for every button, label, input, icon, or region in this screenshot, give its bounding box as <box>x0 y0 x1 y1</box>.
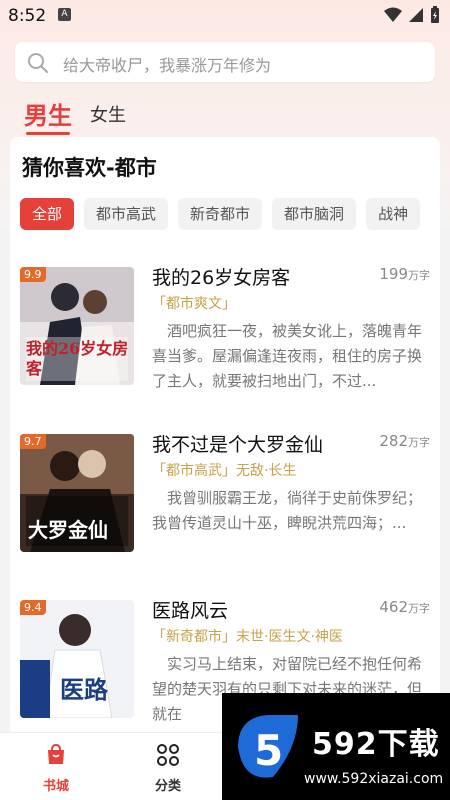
nav-category-label: 分类 <box>154 779 181 794</box>
nav-bookstore[interactable]: 书城 <box>26 743 86 794</box>
tab-active-indicator <box>26 132 70 135</box>
status-time: 8:52 <box>8 6 47 26</box>
cover-title: 医路 <box>60 675 108 704</box>
book-title[interactable]: 我的26岁女房客 <box>152 263 290 290</box>
word-count-number: 282 <box>379 432 408 450</box>
search-placeholder: 给大帝收尸，我暴涨万年修为 <box>63 56 272 75</box>
book-tags: 「都市爽文」 <box>152 296 236 312</box>
chip-novel-urban[interactable]: 新奇都市 <box>178 198 263 230</box>
chip-urban-brainhole[interactable]: 都市脑洞 <box>272 198 357 230</box>
book-description: 酒吧疯狂一夜，被美女讹上，落魄青年喜当爹。屋漏偏逢连夜雨，租住的房子换了主人，就… <box>152 322 423 390</box>
book-title[interactable]: 我不过是个大罗金仙 <box>152 430 323 457</box>
tab-male-label: 男生 <box>24 102 72 130</box>
word-count-unit: 万字 <box>408 269 430 282</box>
word-count: 199万字 <box>379 265 430 283</box>
watermark-brand: 592下载 <box>312 727 440 762</box>
nav-category[interactable]: 分类 <box>138 743 198 794</box>
watermark-logo-char: 5 <box>254 726 283 775</box>
book-description: 我曾驯服霸王龙，徜徉于史前侏罗纪；我曾传道灵山十巫，睥睨洪荒四海；... <box>152 489 423 532</box>
rating-badge: 9.7 <box>20 434 46 449</box>
category-grid-icon <box>157 744 179 766</box>
cover-title: 我的26岁女房客 <box>26 339 129 378</box>
book-item[interactable]: 9.9 我的26岁女房客 我的26岁女房客 199万字 「都市爽文」 酒吧疯狂一… <box>20 265 430 390</box>
watermark-logo: 5 <box>238 715 298 778</box>
app-notification-icon: A <box>58 8 71 21</box>
watermark-url: www.592xiazai.com <box>304 771 444 787</box>
book-cover[interactable]: 9.7 大罗金仙 <box>20 434 134 552</box>
battery-icon <box>431 6 439 23</box>
section-title: 猜你喜欢-都市 <box>22 156 157 180</box>
chip-urban-martial[interactable]: 都市高武 <box>84 198 169 230</box>
bookstore-icon <box>48 743 64 764</box>
signal-icon <box>409 8 423 22</box>
tab-female[interactable]: 女生 <box>90 101 126 131</box>
status-bar: 8:52 A <box>0 0 450 32</box>
rating-badge: 9.9 <box>20 267 46 282</box>
category-chips: 全部 都市高武 新奇都市 都市脑洞 战神 <box>20 198 440 230</box>
gender-tabs: 男生 女生 <box>24 96 126 135</box>
recommend-card: 猜你喜欢-都市 全部 都市高武 新奇都市 都市脑洞 战神 9.9 我的26岁女房客 我的… <box>10 137 440 737</box>
chip-all[interactable]: 全部 <box>20 198 75 230</box>
word-count-unit: 万字 <box>408 436 430 449</box>
watermark: 5 592下载 www.592xiazai.com <box>222 693 450 800</box>
cover-title: 大罗金仙 <box>28 518 108 542</box>
search-input[interactable]: 给大帝收尸，我暴涨万年修为 <box>15 42 435 82</box>
word-count-number: 199 <box>379 265 408 283</box>
book-item[interactable]: 9.7 大罗金仙 我不过是个大罗金仙 282万字 「都市高武」无敌·长生 我曾驯… <box>20 432 430 554</box>
tab-male[interactable]: 男生 <box>24 96 72 135</box>
word-count-number: 462 <box>379 598 408 616</box>
search-icon <box>28 53 48 73</box>
word-count-unit: 万字 <box>408 602 430 615</box>
book-cover[interactable]: 9.4 医路 <box>20 600 134 718</box>
book-tags: 「新奇都市」末世·医生文·神医 <box>152 629 343 645</box>
chip-war-god[interactable]: 战神 <box>366 198 421 230</box>
book-cover[interactable]: 9.9 我的26岁女房客 <box>20 267 134 385</box>
book-title[interactable]: 医路风云 <box>152 596 228 623</box>
nav-bookstore-label: 书城 <box>42 779 69 794</box>
word-count: 462万字 <box>379 598 430 616</box>
word-count: 282万字 <box>379 432 430 450</box>
book-tags: 「都市高武」无敌·长生 <box>152 463 297 479</box>
rating-badge: 9.4 <box>20 600 46 615</box>
wifi-icon <box>384 7 402 22</box>
